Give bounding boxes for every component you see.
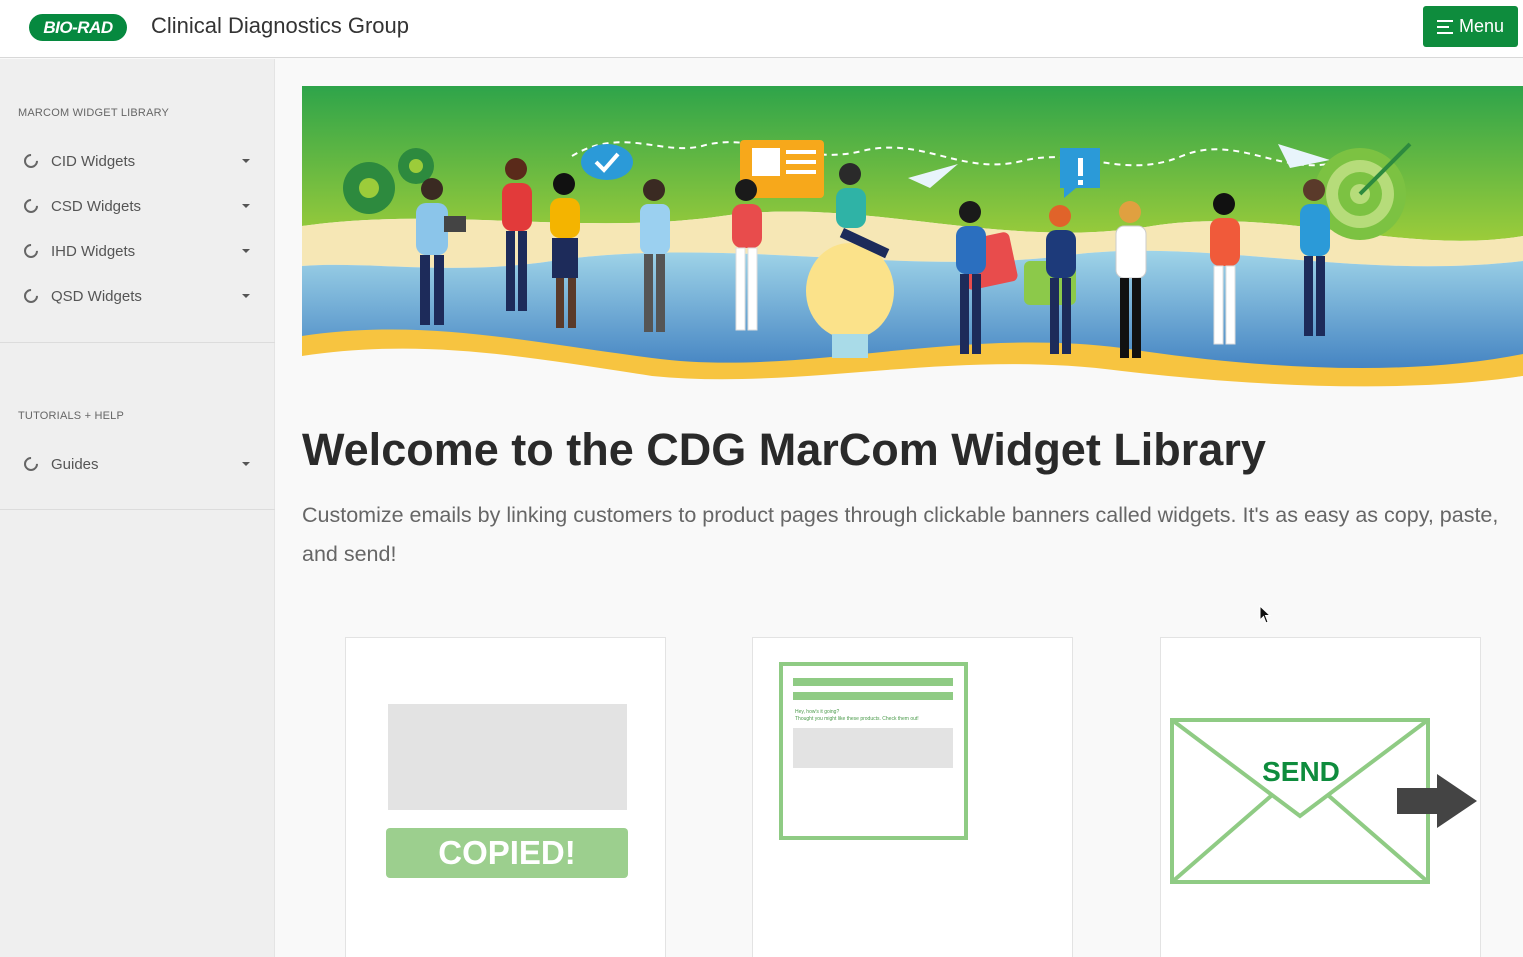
sidebar-divider (0, 509, 275, 510)
hamburger-icon (1436, 19, 1453, 34)
top-header: BIO-RAD Clinical Diagnostics Group Menu (0, 0, 1523, 58)
caret-down-icon (242, 462, 250, 466)
widget-card-send[interactable]: SEND (1160, 637, 1481, 957)
sidebar-item-qsd-widgets[interactable]: QSD Widgets (0, 278, 275, 314)
sidebar-heading-marcom: MARCOM WIDGET LIBRARY (18, 107, 170, 119)
sidebar-heading-tutorials: TUTORIALS + HELP (18, 410, 125, 422)
logo-text: BIO-RAD (43, 17, 113, 37)
site-title: Clinical Diagnostics Group (151, 13, 409, 38)
hero-banner (302, 86, 1523, 398)
sidebar-item-ihd-widgets[interactable]: IHD Widgets (0, 233, 275, 269)
intro-text: Customize emails by linking customers to… (302, 503, 1499, 566)
widget-card-copy[interactable]: COPIED! (345, 637, 666, 957)
caret-down-icon (242, 294, 250, 298)
spinner-icon (21, 151, 41, 171)
spinner-icon (21, 286, 41, 306)
sidebar-item-csd-widgets[interactable]: CSD Widgets (0, 188, 275, 224)
send-caption: SEND (1262, 756, 1340, 787)
sidebar-item-cid-widgets[interactable]: CID Widgets (0, 143, 275, 179)
caret-down-icon (242, 204, 250, 208)
bio-rad-logo[interactable]: BIO-RAD (29, 14, 127, 41)
widget-card-paste[interactable]: Hey, how's it going? Thought you might l… (752, 637, 1073, 957)
spinner-icon (21, 196, 41, 216)
spinner-icon (21, 241, 41, 261)
envelope-illustration (1170, 718, 1477, 884)
menu-button-label: Menu (1458, 16, 1505, 36)
sidebar-item-label: IHD Widgets (51, 242, 136, 260)
page-title: Welcome to the CDG MarCom Widget Library (302, 424, 1266, 475)
sidebar-item-label: CID Widgets (51, 152, 136, 170)
caret-down-icon (242, 249, 250, 253)
sidebar-item-label: CSD Widgets (51, 197, 142, 215)
hero-illustration (302, 86, 1523, 398)
sidebar-item-guides[interactable]: Guides (0, 446, 275, 482)
mouse-cursor-icon (1259, 605, 1271, 624)
sidebar: MARCOM WIDGET LIBRARY CID Widgets CSD Wi… (0, 59, 275, 957)
caret-down-icon (242, 159, 250, 163)
email-preview-illustration (779, 662, 968, 840)
sidebar-item-label: QSD Widgets (51, 287, 142, 305)
menu-button[interactable]: Menu (1423, 6, 1518, 47)
email-line-1: Hey, how's it going? (795, 709, 840, 715)
email-line-2: Thought you might like these products. C… (795, 716, 919, 722)
copy-illustration (386, 704, 628, 878)
spinner-icon (21, 454, 41, 474)
copied-caption: COPIED! (438, 834, 576, 871)
sidebar-item-label: Guides (51, 455, 99, 473)
sidebar-divider (0, 342, 275, 343)
